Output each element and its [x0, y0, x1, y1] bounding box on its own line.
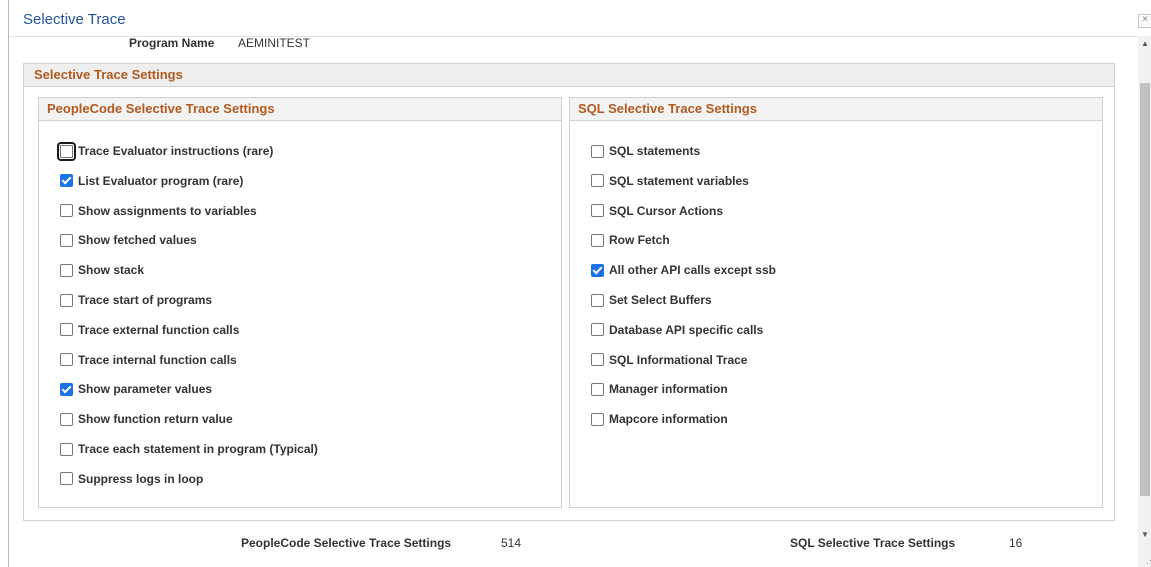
sql-checkbox[interactable]: [591, 412, 604, 426]
peoplecode-option-label: Trace Evaluator instructions (rare): [78, 144, 274, 158]
peoplecode-checkbox[interactable]: [60, 174, 73, 188]
sql-settings-group: SQL Selective Trace Settings SQL stateme…: [569, 97, 1103, 508]
peoplecode-option[interactable]: Suppress logs in loop: [60, 470, 203, 488]
sql-summary-value: 16: [1009, 536, 1023, 550]
peoplecode-option-label: Show function return value: [78, 412, 233, 427]
close-icon[interactable]: ×: [1138, 14, 1151, 28]
resize-grip-icon[interactable]: ⋰: [1146, 555, 1151, 565]
sql-checkbox[interactable]: [591, 263, 604, 277]
sql-checkbox[interactable]: [591, 293, 604, 307]
sql-checkbox[interactable]: [591, 323, 604, 337]
sql-checkbox[interactable]: [591, 174, 604, 188]
peoplecode-checkbox[interactable]: [60, 293, 73, 307]
program-name-label: Program Name: [129, 36, 215, 50]
sql-option-label: Mapcore information: [609, 412, 728, 427]
sql-option[interactable]: Row Fetch: [591, 231, 670, 249]
peoplecode-option-label: Trace each statement in program (Typical…: [78, 442, 318, 456]
peoplecode-checkbox[interactable]: [57, 141, 76, 161]
selective-trace-settings-group: Selective Trace Settings PeopleCode Sele…: [23, 63, 1115, 521]
peoplecode-checkbox[interactable]: [60, 233, 73, 247]
peoplecode-option[interactable]: Trace start of programs: [60, 291, 212, 309]
sql-option-label: Manager information: [609, 382, 728, 397]
sql-option-label: Row Fetch: [609, 233, 670, 248]
peoplecode-option[interactable]: Trace external function calls: [60, 321, 239, 339]
settings-header: Selective Trace Settings: [24, 64, 1114, 87]
sql-checkbox[interactable]: [591, 204, 604, 218]
peoplecode-summary-value: 514: [501, 536, 522, 550]
peoplecode-option-label: Show parameter values: [78, 382, 213, 397]
peoplecode-option-label: Show stack: [78, 263, 145, 278]
peoplecode-checkbox[interactable]: [60, 263, 73, 277]
peoplecode-option[interactable]: Trace each statement in program (Typical…: [60, 440, 318, 458]
peoplecode-option[interactable]: List Evaluator program (rare): [60, 172, 243, 190]
peoplecode-option[interactable]: Show assignments to variables: [60, 202, 257, 220]
sql-option[interactable]: SQL statement variables: [591, 172, 749, 190]
sql-option[interactable]: SQL Informational Trace: [591, 351, 747, 369]
peoplecode-option[interactable]: Trace internal function calls: [60, 351, 237, 369]
sql-checkbox[interactable]: [591, 353, 604, 367]
peoplecode-option[interactable]: Trace Evaluator instructions (rare): [57, 141, 274, 161]
vertical-scrollbar[interactable]: ▲ ▼: [1138, 36, 1151, 567]
sql-option[interactable]: Set Select Buffers: [591, 291, 712, 309]
sql-checkbox[interactable]: [591, 144, 604, 158]
peoplecode-option[interactable]: Show stack: [60, 261, 144, 279]
peoplecode-checkbox[interactable]: [60, 442, 73, 456]
sql-option[interactable]: SQL statements: [591, 142, 700, 160]
sql-checkbox[interactable]: [591, 382, 604, 396]
sql-option-label: SQL statements: [609, 144, 701, 158]
sql-settings-header: SQL Selective Trace Settings: [570, 98, 1102, 121]
sql-option-label: SQL statement variables: [609, 173, 749, 188]
settings-title: Selective Trace Settings: [34, 67, 183, 82]
sql-option-label: Set Select Buffers: [609, 293, 712, 307]
peoplecode-summary-label: PeopleCode Selective Trace Settings: [241, 536, 452, 550]
sql-option[interactable]: Database API specific calls: [591, 321, 763, 339]
sql-option[interactable]: All other API calls except ssb: [591, 261, 776, 279]
peoplecode-option-label: Trace start of programs: [78, 293, 213, 307]
peoplecode-checkbox[interactable]: [60, 412, 73, 426]
dialog-content: Program Name AEMINITEST Selective Trace …: [9, 36, 1137, 567]
sql-option[interactable]: SQL Cursor Actions: [591, 202, 723, 220]
peoplecode-checkbox[interactable]: [60, 472, 73, 486]
peoplecode-option[interactable]: Show function return value: [60, 410, 233, 428]
peoplecode-checkbox[interactable]: [60, 353, 73, 367]
peoplecode-settings-header: PeopleCode Selective Trace Settings: [39, 98, 561, 121]
sql-option-label: SQL Informational Trace: [609, 352, 748, 367]
peoplecode-checkbox[interactable]: [60, 323, 73, 337]
peoplecode-option-label: Show assignments to variables: [78, 203, 257, 218]
peoplecode-settings-group: PeopleCode Selective Trace Settings Trac…: [38, 97, 562, 508]
peoplecode-checkbox[interactable]: [60, 382, 73, 396]
program-name-value: AEMINITEST: [238, 36, 311, 50]
peoplecode-option-label: Show fetched values: [78, 233, 197, 248]
sql-checkbox[interactable]: [591, 233, 604, 247]
dialog-title: Selective Trace: [23, 11, 126, 28]
peoplecode-settings-title: PeopleCode Selective Trace Settings: [47, 101, 275, 116]
peoplecode-option[interactable]: Show parameter values: [60, 380, 212, 398]
selective-trace-dialog: Selective Trace × Program Name AEMINITES…: [8, 0, 1151, 567]
peoplecode-option-label: Suppress logs in loop: [78, 471, 204, 486]
scrollbar-thumb[interactable]: [1140, 83, 1150, 496]
peoplecode-option-label: Trace internal function calls: [78, 352, 237, 367]
scroll-up-icon[interactable]: ▲: [1138, 38, 1151, 50]
sql-option[interactable]: Mapcore information: [591, 410, 728, 428]
sql-settings-title: SQL Selective Trace Settings: [578, 101, 757, 116]
sql-summary-label: SQL Selective Trace Settings: [790, 536, 956, 550]
sql-option-label: Database API specific calls: [609, 322, 764, 337]
peoplecode-checkbox[interactable]: [60, 204, 73, 218]
sql-option-label: All other API calls except ssb: [609, 263, 776, 278]
sql-option[interactable]: Manager information: [591, 380, 728, 398]
scroll-down-icon[interactable]: ▼: [1138, 529, 1151, 541]
peoplecode-option[interactable]: Show fetched values: [60, 231, 197, 249]
peoplecode-option-label: List Evaluator program (rare): [78, 173, 244, 188]
peoplecode-option-label: Trace external function calls: [78, 322, 240, 337]
sql-option-label: SQL Cursor Actions: [609, 203, 724, 218]
dialog-titlebar: Selective Trace ×: [9, 0, 1151, 37]
